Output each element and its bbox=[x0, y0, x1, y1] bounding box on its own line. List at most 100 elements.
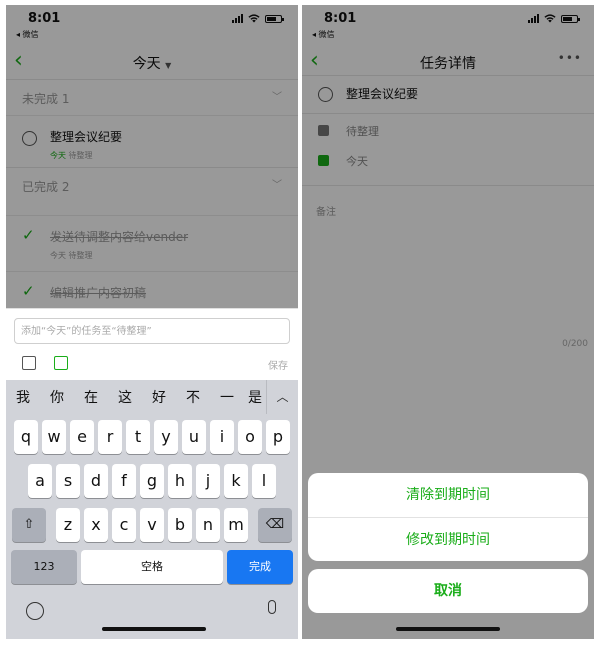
candidate[interactable]: 好 bbox=[142, 387, 176, 407]
candidate[interactable]: 一 bbox=[210, 387, 244, 407]
candidate[interactable]: 是 bbox=[244, 387, 266, 407]
key[interactable]: s bbox=[56, 464, 80, 498]
candidate[interactable]: 我 bbox=[6, 387, 40, 407]
home-indicator bbox=[102, 627, 206, 631]
date-filter-title[interactable]: 今天 ▼ bbox=[6, 53, 298, 73]
key[interactable]: g bbox=[140, 464, 164, 498]
more-icon[interactable]: ••• bbox=[558, 51, 582, 65]
status-icons bbox=[528, 14, 580, 23]
task-checkbox[interactable] bbox=[318, 87, 333, 102]
dropdown-caret-icon: ▼ bbox=[165, 61, 172, 70]
task-due-date: 今天 bbox=[50, 151, 66, 160]
task-meta: 今天 待整理 bbox=[50, 150, 93, 161]
section-completed[interactable]: 已完成 2 ﹀ bbox=[6, 167, 298, 201]
key[interactable]: f bbox=[112, 464, 136, 498]
collapse-candidates-icon[interactable]: ︿ bbox=[266, 380, 298, 414]
key[interactable]: y bbox=[154, 420, 178, 454]
checkmark-icon[interactable]: ✓ bbox=[22, 226, 35, 244]
shift-key[interactable]: ⇧ bbox=[12, 508, 46, 542]
new-task-input[interactable] bbox=[14, 318, 290, 344]
key[interactable]: z bbox=[56, 508, 80, 542]
candidate[interactable]: 这 bbox=[108, 387, 142, 407]
section-label: 未完成 bbox=[22, 92, 59, 106]
microphone-icon[interactable] bbox=[268, 600, 276, 614]
key[interactable]: m bbox=[224, 508, 248, 542]
candidate[interactable]: 在 bbox=[74, 387, 108, 407]
divider bbox=[302, 185, 594, 186]
key-row-1: q w e r t y u i o p bbox=[6, 420, 298, 454]
signal-icon bbox=[528, 14, 539, 23]
clear-due-date-button[interactable]: 清除到期时间 bbox=[308, 473, 588, 517]
key[interactable]: v bbox=[140, 508, 164, 542]
key[interactable]: i bbox=[210, 420, 234, 454]
checkmark-icon[interactable]: ✓ bbox=[22, 282, 35, 300]
list-row[interactable]: 待整理 bbox=[302, 115, 594, 147]
key[interactable]: b bbox=[168, 508, 192, 542]
due-date: 今天 bbox=[346, 155, 368, 168]
chevron-down-icon: ﹀ bbox=[272, 180, 282, 191]
section-count: 2 bbox=[61, 180, 70, 194]
key[interactable]: r bbox=[98, 420, 122, 454]
section-count: 1 bbox=[61, 92, 70, 106]
key[interactable]: a bbox=[28, 464, 52, 498]
section-label: 已完成 bbox=[22, 180, 59, 194]
wifi-icon bbox=[248, 14, 260, 23]
key[interactable]: k bbox=[224, 464, 248, 498]
status-time: 8:01 bbox=[28, 11, 61, 26]
key[interactable]: q bbox=[14, 420, 38, 454]
task-meta: 今天 待整理 bbox=[50, 251, 93, 260]
candidate-bar: 我 你 在 这 好 不 一 是 ︿ bbox=[6, 380, 298, 414]
task-header: 整理会议纪要 bbox=[302, 77, 594, 113]
task-title[interactable]: 整理会议纪要 bbox=[346, 85, 418, 102]
key-row-3: ⇧ z x c v b n m ⌫ bbox=[6, 508, 298, 542]
candidate[interactable]: 你 bbox=[40, 387, 74, 407]
done-key[interactable]: 完成 bbox=[227, 550, 293, 584]
key[interactable]: p bbox=[266, 420, 290, 454]
calendar-icon bbox=[318, 155, 329, 166]
task-title: 编辑推广内容初稿 bbox=[50, 286, 147, 300]
space-key[interactable]: 空格 bbox=[81, 550, 223, 584]
nav-bar: ‹ 任务详情 ••• bbox=[302, 45, 594, 79]
key[interactable]: c bbox=[112, 508, 136, 542]
back-to-wechat[interactable]: ◂ 微信 bbox=[312, 29, 335, 40]
notes-counter: 0/200 bbox=[562, 339, 588, 349]
key[interactable]: x bbox=[84, 508, 108, 542]
divider bbox=[302, 75, 594, 76]
key[interactable]: o bbox=[238, 420, 262, 454]
task-list-name: 待整理 bbox=[68, 151, 93, 160]
calendar-icon[interactable] bbox=[54, 356, 68, 370]
task-checkbox[interactable] bbox=[22, 131, 37, 146]
status-time: 8:01 bbox=[324, 11, 357, 26]
cancel-button[interactable]: 取消 bbox=[308, 569, 588, 613]
status-bar: 8:01 ◂ 微信 bbox=[302, 5, 594, 45]
key[interactable]: l bbox=[252, 464, 276, 498]
numbers-key[interactable]: 123 bbox=[11, 550, 77, 584]
key[interactable]: t bbox=[126, 420, 150, 454]
backspace-key[interactable]: ⌫ bbox=[258, 508, 292, 542]
status-bar: 8:01 ◂ 微信 bbox=[6, 5, 298, 45]
home-indicator bbox=[396, 627, 500, 631]
back-to-wechat[interactable]: ◂ 微信 bbox=[16, 29, 39, 40]
key[interactable]: u bbox=[182, 420, 206, 454]
task-title: 整理会议纪要 bbox=[50, 130, 123, 144]
key[interactable]: j bbox=[196, 464, 220, 498]
key[interactable]: d bbox=[84, 464, 108, 498]
candidate[interactable]: 不 bbox=[176, 387, 210, 407]
change-due-date-button[interactable]: 修改到期时间 bbox=[308, 517, 588, 561]
globe-icon[interactable] bbox=[26, 602, 44, 620]
section-incomplete[interactable]: 未完成 1 ﹀ bbox=[6, 79, 298, 113]
status-icons bbox=[232, 14, 284, 23]
key[interactable]: w bbox=[42, 420, 66, 454]
key[interactable]: n bbox=[196, 508, 220, 542]
notes-label[interactable]: 备注 bbox=[316, 203, 336, 218]
nav-bar: ‹ 今天 ▼ bbox=[6, 45, 298, 79]
move-list-icon[interactable] bbox=[22, 356, 36, 370]
key[interactable]: e bbox=[70, 420, 94, 454]
save-button[interactable]: 保存 bbox=[268, 357, 288, 372]
list-name: 待整理 bbox=[346, 125, 379, 138]
completed-task-item[interactable]: ✓ 发送待调整内容给vender 今天 待整理 bbox=[6, 215, 298, 265]
battery-icon bbox=[265, 14, 284, 23]
key[interactable]: h bbox=[168, 464, 192, 498]
due-date-row[interactable]: 今天 bbox=[302, 145, 594, 177]
task-item[interactable]: 整理会议纪要 今天 待整理 bbox=[6, 115, 298, 165]
